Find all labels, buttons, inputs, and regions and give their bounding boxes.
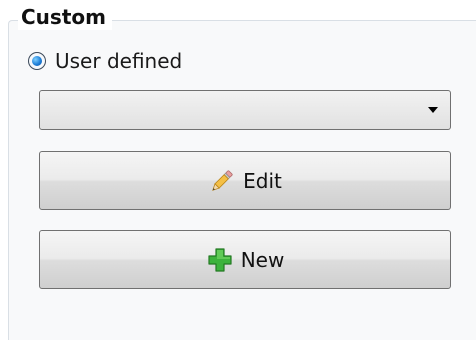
edit-button[interactable]: Edit [39,151,451,210]
new-button[interactable]: New [39,230,451,289]
pencil-icon [208,167,236,195]
chevron-down-icon[interactable] [428,107,438,113]
plus-icon [206,246,234,274]
user-defined-radio[interactable] [28,52,46,70]
new-button-label: New [240,247,285,272]
custom-group-title: Custom [18,4,112,30]
user-defined-radio-row[interactable]: User defined [28,46,182,76]
edit-button-label: Edit [243,168,282,193]
user-defined-dropdown[interactable] [39,90,451,130]
user-defined-radio-label: User defined [55,49,183,73]
radio-selected-icon [32,56,42,66]
